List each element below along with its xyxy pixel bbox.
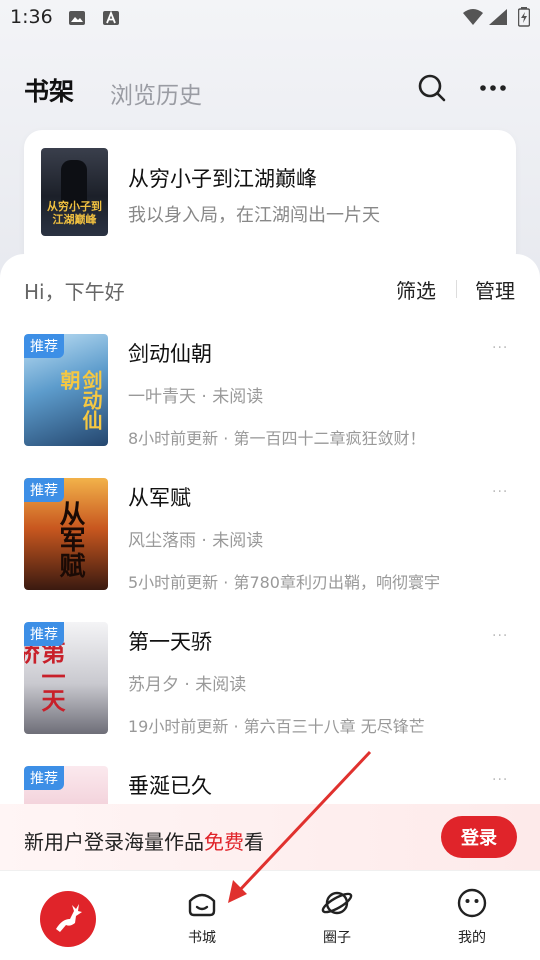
profile-face-icon — [457, 888, 487, 918]
wifi-icon — [463, 9, 483, 25]
book-more-button[interactable]: ··· — [492, 484, 508, 500]
book-cover: 第一天骄 推荐 — [24, 622, 108, 734]
search-icon — [418, 74, 446, 102]
book-meta: 苏月夕 · 未阅读 — [128, 675, 247, 695]
manage-button[interactable]: 管理 — [475, 275, 515, 304]
book-cover: 从军赋 推荐 — [24, 478, 108, 590]
book-meta: 风尘落雨 · 未阅读 — [128, 531, 264, 551]
featured-book-subtitle: 我以身入局，在江湖闯出一片天 — [128, 205, 380, 226]
promo-text-suffix: 看 — [244, 830, 264, 854]
book-update: 19小时前更新 · 第六百三十八章 无尽锋芒 — [128, 717, 425, 736]
recommend-badge: 推荐 — [24, 334, 64, 358]
gallery-icon — [69, 11, 85, 25]
nav-mine-label: 我的 — [458, 930, 486, 946]
promo-text-prefix: 新用户登录海量作品 — [24, 830, 204, 854]
book-item[interactable]: 剑动仙朝 推荐 剑动仙朝 一叶青天 · 未阅读 8小时前更新 · 第一百四十二章… — [0, 334, 540, 478]
book-meta: 一叶青天 · 未阅读 — [128, 387, 264, 407]
login-promo-banner: 新用户登录海量作品免费看 登录 — [0, 804, 540, 870]
planet-icon — [321, 891, 353, 915]
nav-circle-label: 圈子 — [323, 930, 351, 946]
book-update: 5小时前更新 · 第780章利刃出鞘，响彻寰宇 — [128, 573, 440, 592]
greeting-text: Hi，下午好 — [24, 280, 125, 304]
nav-bookshelf-home[interactable] — [40, 891, 96, 947]
tab-browse-history[interactable]: 浏览历史 — [110, 76, 202, 110]
book-cover: 剑动仙朝 推荐 — [24, 334, 108, 446]
recommend-badge: 推荐 — [24, 622, 64, 646]
featured-cover-title: 从穷小子到江湖巅峰 — [47, 200, 102, 226]
book-cover-title: 第一天骄 — [24, 640, 65, 712]
filter-button[interactable]: 筛选 — [396, 275, 436, 304]
book-title: 从军赋 — [128, 486, 191, 510]
tab-bookshelf[interactable]: 书架 — [24, 72, 76, 108]
status-time: 1:36 — [10, 6, 53, 28]
tab-bookshelf-label: 书架 — [24, 77, 75, 106]
header-divider — [456, 280, 457, 298]
promo-text: 新用户登录海量作品免费看 — [24, 826, 264, 855]
bookshelf-sheet: Hi，下午好 筛选 管理 剑动仙朝 推荐 剑动仙朝 一叶青天 · 未阅读 8小时… — [0, 254, 540, 874]
nav-mine[interactable]: 我的 — [427, 871, 517, 960]
status-bar: 1:36 — [0, 0, 540, 36]
signal-icon — [489, 9, 507, 25]
recommend-badge: 推荐 — [24, 766, 64, 790]
recommend-badge: 推荐 — [24, 478, 64, 502]
featured-book-title: 从穷小子到江湖巅峰 — [128, 167, 317, 191]
bottom-navigation: 书城 圈子 我的 — [0, 870, 540, 960]
login-button[interactable]: 登录 — [441, 816, 517, 858]
book-title: 第一天骄 — [128, 630, 212, 654]
book-cover-title: 剑动仙朝 — [57, 370, 103, 430]
font-a-icon — [103, 10, 119, 25]
book-more-button[interactable]: ··· — [492, 340, 508, 356]
book-cover-title: 从军赋 — [55, 500, 85, 578]
book-title: 垂涎已久 — [128, 774, 212, 798]
more-dots-icon — [480, 85, 506, 91]
book-item[interactable]: 第一天骄 推荐 第一天骄 苏月夕 · 未阅读 19小时前更新 · 第六百三十八章… — [0, 622, 540, 766]
nav-circle[interactable]: 圈子 — [292, 871, 382, 960]
book-more-button[interactable]: ··· — [492, 628, 508, 644]
nav-bookstore[interactable]: 书城 — [157, 871, 247, 960]
featured-book-cover: 从穷小子到江湖巅峰 — [41, 148, 108, 236]
more-options-button[interactable] — [475, 70, 511, 106]
battery-icon — [518, 7, 530, 27]
book-item[interactable]: 从军赋 推荐 从军赋 风尘落雨 · 未阅读 5小时前更新 · 第780章利刃出鞘… — [0, 478, 540, 622]
featured-book-card[interactable]: 从穷小子到江湖巅峰 从穷小子到江湖巅峰 我以身入局，在江湖闯出一片天 — [24, 130, 516, 270]
book-update: 8小时前更新 · 第一百四十二章疯狂敛财！ — [128, 429, 426, 448]
nav-bookstore-label: 书城 — [188, 930, 216, 946]
book-title: 剑动仙朝 — [128, 342, 212, 366]
search-button[interactable] — [414, 70, 450, 106]
deer-logo-icon — [56, 904, 82, 932]
promo-text-highlight: 免费 — [204, 830, 244, 854]
book-more-button[interactable]: ··· — [492, 772, 508, 788]
bookstore-face-icon — [188, 893, 216, 917]
